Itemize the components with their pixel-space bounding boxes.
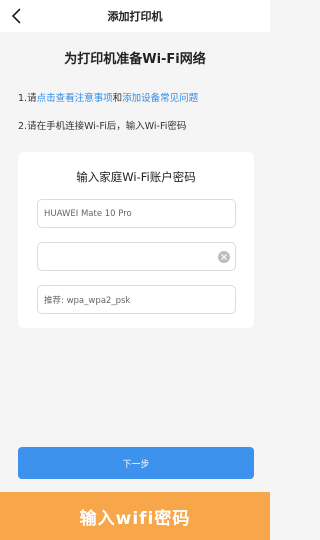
- security-type-field[interactable]: 推荐: wpa_wpa2_psk: [37, 285, 236, 314]
- security-type-value: 推荐: wpa_wpa2_psk: [44, 295, 131, 306]
- card-title: 输入家庭Wi-Fi账户密码: [76, 170, 196, 184]
- notes-link[interactable]: 点击查看注意事项: [37, 93, 113, 104]
- step-two-text: 2.请在手机连接Wi-Fi后，输入Wi-Fi密码: [18, 121, 187, 132]
- close-icon: [221, 254, 227, 260]
- wifi-ssid-value: HUAWEI Mate 10 Pro: [44, 208, 132, 219]
- section-title: 为打印机准备Wi-Fi网络: [64, 52, 206, 67]
- wifi-ssid-field[interactable]: HUAWEI Mate 10 Pro: [37, 199, 236, 228]
- chevron-left-icon: [11, 8, 21, 24]
- step-one-and: 和: [112, 93, 123, 104]
- app-header: 添加打印机: [0, 0, 270, 32]
- clear-icon[interactable]: [218, 251, 230, 263]
- caption-banner: 输入wifi密码: [0, 492, 270, 540]
- page-title: 添加打印机: [107, 10, 163, 23]
- next-step-button[interactable]: 下一步: [18, 447, 254, 479]
- wifi-form-card: 输入家庭Wi-Fi账户密码 HUAWEI Mate 10 Pro 推荐: wpa…: [18, 152, 254, 328]
- wifi-password-field[interactable]: [37, 242, 236, 271]
- back-button[interactable]: [6, 4, 28, 28]
- step-one-text: 1.请点击查看注意事项和添加设备常见问题: [18, 90, 198, 104]
- step-one-prefix: 1.请: [18, 93, 37, 104]
- faq-link[interactable]: 添加设备常见问题: [122, 93, 198, 104]
